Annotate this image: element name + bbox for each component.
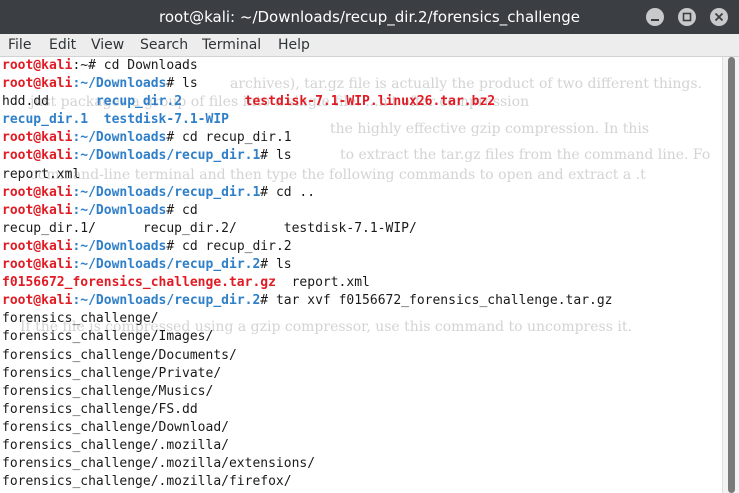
menu-bar: File Edit View Search Terminal Help <box>0 34 739 57</box>
output-text: # cd recup_dir.2 <box>166 238 292 254</box>
highlighted-text: root@kali <box>2 202 73 218</box>
highlighted-text: f0156672_forensics_challenge.tar.gz <box>2 275 276 291</box>
menu-help[interactable]: Help <box>278 36 310 54</box>
output-text: forensics_challenge/Musics/ <box>2 383 214 399</box>
menu-view[interactable]: View <box>91 36 124 54</box>
output-text: forensics_challenge/.mozilla/extensions/ <box>2 456 316 472</box>
output-text: hdd.dd <box>2 94 96 110</box>
highlighted-text: root@kali <box>2 148 73 164</box>
terminal-line: root@kali:~# cd Downloads <box>2 57 613 75</box>
terminal-line: root@kali:~/Downloads/recup_dir.2# ls <box>2 256 613 274</box>
scrollbar-thumb[interactable] <box>728 57 735 493</box>
terminal-line: forensics_challenge/Download/ <box>2 419 613 437</box>
menu-edit[interactable]: Edit <box>49 36 76 54</box>
menu-search[interactable]: Search <box>140 36 188 54</box>
terminal-line: forensics_challenge/.mozilla/firefox/ <box>2 473 613 491</box>
terminal-line: root@kali:~/Downloads/recup_dir.2# tar x… <box>2 292 613 310</box>
output-text: forensics_challenge/Images/ <box>2 329 214 345</box>
output-text: forensics_challenge/ <box>2 311 159 327</box>
output-text: forensics_challenge/Documents/ <box>2 347 237 363</box>
output-text: forensics_challenge/Download/ <box>2 419 229 435</box>
terminal-line: forensics_challenge/.mozilla/extensions/ <box>2 455 613 473</box>
terminal-lines: root@kali:~# cd Downloads root@kali:~/Dow… <box>2 57 613 491</box>
output-text: recup_dir.1/ recup_dir.2/ testdisk-7.1-W… <box>2 220 417 236</box>
highlighted-text: root@kali <box>2 76 73 92</box>
minimize-icon <box>651 19 659 21</box>
path-text: testdisk-7.1-WIP <box>103 112 229 128</box>
highlighted-text: root@kali <box>2 257 73 273</box>
terminal-line: root@kali:~/Downloads# ls <box>2 75 613 93</box>
terminal-line: hdd.dd recup_dir.2 testdisk-7.1-WIP.linu… <box>2 93 613 111</box>
terminal-line: root@kali:~/Downloads# cd <box>2 202 613 220</box>
menu-terminal[interactable]: Terminal <box>202 36 261 54</box>
output-text: # cd recup_dir.1 <box>166 130 292 146</box>
output-text: # cd <box>166 202 198 218</box>
path-text: :~/Downloads <box>72 76 167 92</box>
highlighted-text: testdisk-7.1-WIP.linux26.tar.bz2 <box>244 94 496 110</box>
path-text: :~/Downloads <box>72 238 167 254</box>
vertical-scrollbar[interactable] <box>722 57 739 493</box>
close-icon <box>714 12 724 22</box>
terminal-line: f0156672_forensics_challenge.tar.gz repo… <box>2 274 613 292</box>
terminal-line: forensics_challenge/Documents/ <box>2 347 613 365</box>
terminal-line: recup_dir.1 testdisk-7.1-WIP <box>2 111 613 129</box>
path-text: :~/Downloads/recup_dir.2 <box>72 293 261 309</box>
minimize-button[interactable] <box>646 8 664 26</box>
path-text: :~/Downloads/recup_dir.1 <box>72 148 261 164</box>
terminal-line: root@kali:~/Downloads# cd recup_dir.2 <box>2 238 613 256</box>
path-text: recup_dir.1 <box>2 112 89 128</box>
path-text: :~/Downloads/recup_dir.2 <box>72 257 261 273</box>
close-button[interactable] <box>710 8 728 26</box>
title-bar[interactable]: root@kali: ~/Downloads/recup_dir.2/foren… <box>0 0 739 34</box>
path-text: :~/Downloads/recup_dir.1 <box>72 184 261 200</box>
output-text: report.xml <box>2 166 81 182</box>
output-text: # ls <box>260 257 292 273</box>
terminal-line: forensics_challenge/Musics/ <box>2 383 613 401</box>
output-text: forensics_challenge/FS.dd <box>2 401 198 417</box>
path-text: :~/Downloads <box>72 202 167 218</box>
terminal-output[interactable]: archives), tar.gz file is actually the p… <box>0 57 722 493</box>
highlighted-text: root@kali <box>2 184 73 200</box>
path-text: :~/Downloads <box>72 130 167 146</box>
highlighted-text: root@kali <box>2 58 73 73</box>
highlighted-text: root@kali <box>2 238 73 254</box>
output-text: :~# cd Downloads <box>72 58 198 73</box>
terminal-line: forensics_challenge/.mozilla/ <box>2 437 613 455</box>
terminal-line: forensics_challenge/Images/ <box>2 328 613 346</box>
highlighted-text: root@kali <box>2 130 73 146</box>
output-text: forensics_challenge/Private/ <box>2 365 222 381</box>
terminal-line: root@kali:~/Downloads/recup_dir.1# cd .. <box>2 184 613 202</box>
maximize-icon <box>682 12 692 22</box>
output-text: report.xml <box>275 275 370 291</box>
output-text: # tar xvf f0156672_forensics_challenge.t… <box>260 293 613 309</box>
output-text: # ls <box>166 76 198 92</box>
output-text: # cd .. <box>260 184 316 200</box>
maximize-button[interactable] <box>678 8 696 26</box>
terminal-line: report.xml <box>2 166 613 184</box>
terminal-window: root@kali: ~/Downloads/recup_dir.2/foren… <box>0 0 739 493</box>
window-title: root@kali: ~/Downloads/recup_dir.2/foren… <box>159 8 580 26</box>
menu-file[interactable]: File <box>8 36 31 54</box>
output-text: forensics_challenge/.mozilla/firefox/ <box>2 474 292 490</box>
terminal-line: root@kali:~/Downloads# cd recup_dir.1 <box>2 129 613 147</box>
path-text: recup_dir.2 <box>95 94 183 110</box>
terminal-line: root@kali:~/Downloads/recup_dir.1# ls <box>2 147 613 165</box>
output-text: # ls <box>260 148 292 164</box>
highlighted-text: root@kali <box>2 293 73 309</box>
terminal-line: forensics_challenge/ <box>2 310 613 328</box>
terminal-line: recup_dir.1/ recup_dir.2/ testdisk-7.1-W… <box>2 220 613 238</box>
terminal-line: forensics_challenge/Private/ <box>2 365 613 383</box>
terminal-line: forensics_challenge/FS.dd <box>2 401 613 419</box>
output-text: forensics_challenge/.mozilla/ <box>2 437 229 453</box>
